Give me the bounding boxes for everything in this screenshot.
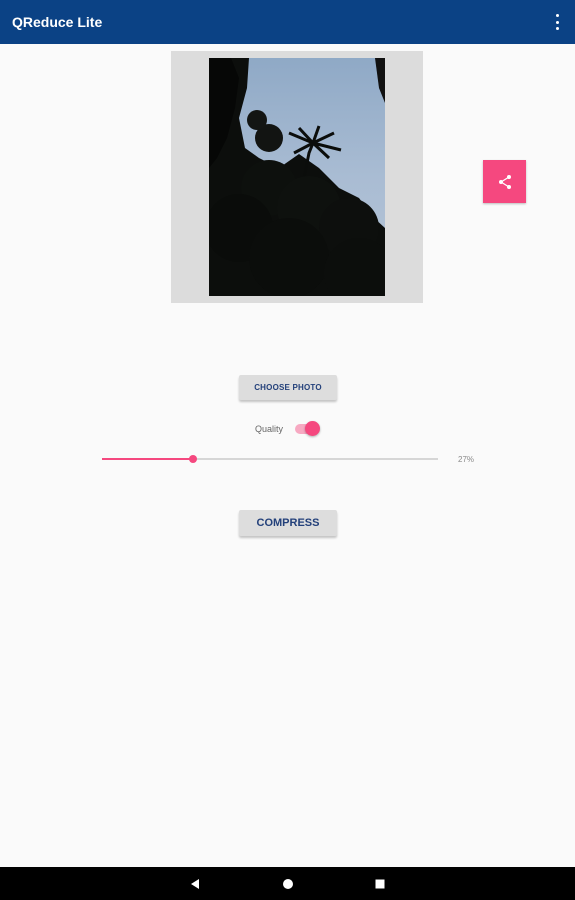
- app-title: QReduce Lite: [12, 14, 103, 30]
- home-icon[interactable]: [282, 878, 294, 890]
- quality-row: Quality: [255, 420, 325, 438]
- app-bar: QReduce Lite: [0, 0, 575, 44]
- quality-label: Quality: [255, 424, 284, 434]
- quality-toggle[interactable]: [295, 420, 320, 438]
- photo-preview: [209, 58, 385, 296]
- navigation-bar: [0, 867, 575, 900]
- image-preview-frame: [171, 51, 423, 303]
- app-screen: QReduce Lite CHOOSE PHOTO Quality 27% CO…: [0, 0, 575, 900]
- quality-value: 27%: [458, 455, 475, 464]
- quality-slider[interactable]: [102, 452, 438, 466]
- compress-button[interactable]: COMPRESS: [239, 510, 337, 536]
- recents-icon[interactable]: [374, 878, 386, 890]
- share-button[interactable]: [483, 160, 526, 203]
- slider-thumb[interactable]: [188, 455, 197, 463]
- toggle-thumb: [305, 421, 320, 436]
- share-icon: [498, 174, 511, 189]
- back-icon[interactable]: [189, 878, 201, 890]
- choose-photo-button[interactable]: CHOOSE PHOTO: [239, 375, 337, 400]
- more-vert-icon[interactable]: [553, 14, 561, 30]
- slider-fill: [102, 458, 193, 460]
